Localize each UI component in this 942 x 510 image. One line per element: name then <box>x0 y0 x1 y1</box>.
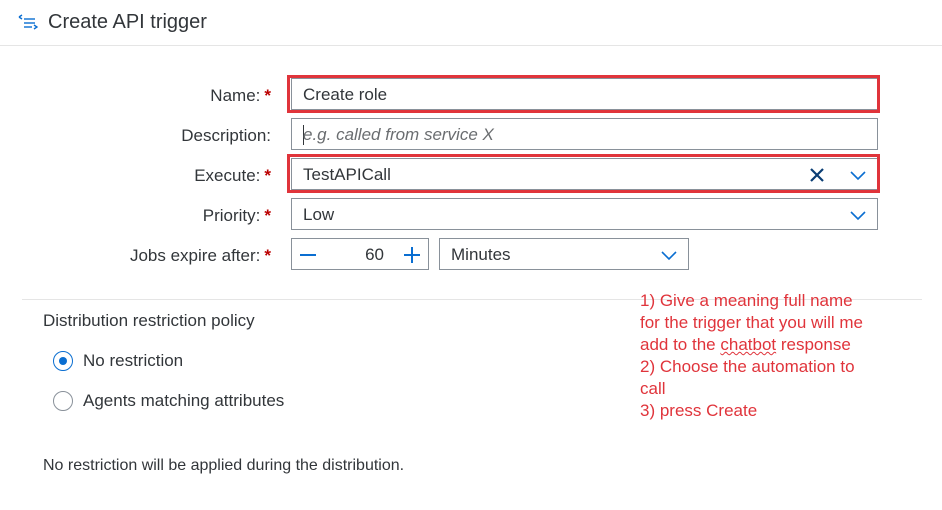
increment-icon[interactable] <box>403 246 421 264</box>
jobs-expire-value: 60 <box>365 245 384 264</box>
page-header: Create API trigger <box>0 0 942 46</box>
priority-select-value: Low <box>303 205 335 224</box>
required-mark: * <box>264 86 271 105</box>
radio-label-agents-matching[interactable]: Agents matching attributes <box>83 391 284 411</box>
decrement-icon[interactable] <box>299 246 317 264</box>
priority-select[interactable]: Low <box>291 198 878 230</box>
description-placeholder: e.g. called from service X <box>303 125 494 144</box>
radio-label-no-restriction[interactable]: No restriction <box>83 351 183 371</box>
jobs-expire-unit-value: Minutes <box>451 245 511 264</box>
distribution-note: No restriction will be applied during th… <box>43 457 405 474</box>
instruction-annotation: 1) Give a meaning full name for the trig… <box>640 291 863 420</box>
required-mark: * <box>264 206 271 225</box>
chevron-down-icon[interactable] <box>660 247 678 263</box>
execute-label: Execute: * <box>194 166 271 185</box>
description-label: Description: <box>181 126 271 145</box>
execute-highlight-box <box>287 154 880 193</box>
radio-no-restriction[interactable] <box>53 351 73 371</box>
description-input[interactable]: e.g. called from service X <box>291 118 878 150</box>
distribution-title: Distribution restriction policy <box>43 311 255 330</box>
jobs-expire-stepper[interactable]: 60 <box>291 238 429 270</box>
chevron-down-icon[interactable] <box>849 207 867 223</box>
radio-agents-matching[interactable] <box>53 391 73 411</box>
page-title: Create API trigger <box>48 11 207 33</box>
name-highlight-box <box>287 75 880 113</box>
required-mark: * <box>264 246 271 265</box>
jobs-expire-label: Jobs expire after: * <box>129 246 271 265</box>
jobs-expire-unit-select[interactable]: Minutes <box>439 238 689 270</box>
priority-label: Priority: * <box>202 206 271 225</box>
required-mark: * <box>264 166 271 185</box>
collapse-list-icon[interactable] <box>18 14 38 30</box>
name-label: Name: * <box>210 86 271 105</box>
